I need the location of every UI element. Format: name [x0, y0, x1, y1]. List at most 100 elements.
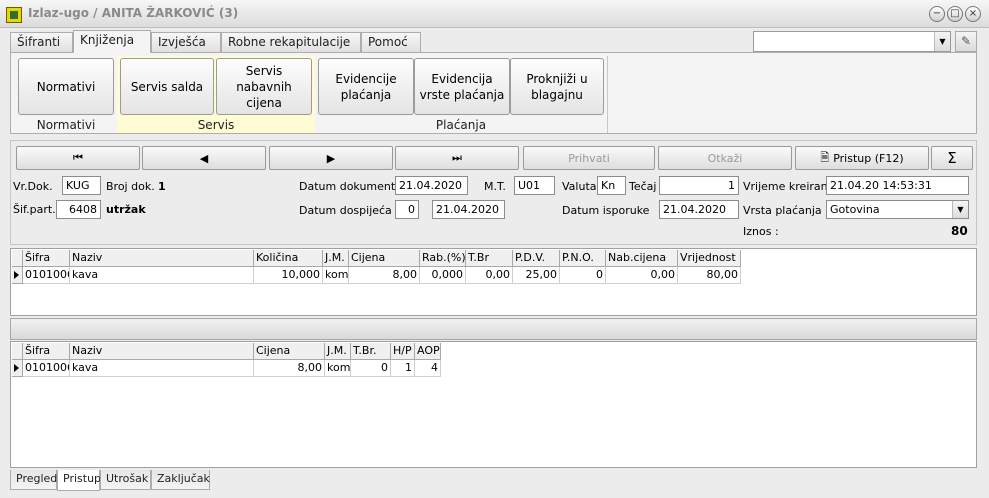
- iznos-label: Iznos :: [743, 225, 779, 238]
- col-header-cijena[interactable]: Cijena: [254, 343, 325, 360]
- vrdok-field[interactable]: KUG: [62, 176, 101, 195]
- col-header-sifra[interactable]: Šifra: [23, 250, 70, 267]
- cell-tbr[interactable]: 0: [351, 360, 391, 377]
- next-record-button[interactable]: ▶: [269, 146, 393, 170]
- close-button[interactable]: ×: [965, 6, 981, 22]
- col-header-pdv[interactable]: P.D.V.: [513, 250, 560, 267]
- ribbon: Normativi Normativi Servis salda Servis …: [10, 52, 977, 134]
- col-header-pno[interactable]: P.N.O.: [560, 250, 606, 267]
- sum-button[interactable]: Σ: [931, 146, 973, 170]
- cell-sifra[interactable]: 0101006: [23, 360, 70, 377]
- cell-naziv[interactable]: kava: [70, 267, 254, 284]
- col-header-tbr[interactable]: T.Br: [466, 250, 513, 267]
- col-header-kolicina[interactable]: Količina: [254, 250, 323, 267]
- grid-splitter[interactable]: [10, 318, 977, 340]
- cell-kolicina[interactable]: 10,000: [254, 267, 323, 284]
- col-header-jm[interactable]: J.M.: [323, 250, 349, 267]
- col-header-rabat[interactable]: Rab.(%): [420, 250, 466, 267]
- cell-rabat[interactable]: 0,000: [420, 267, 466, 284]
- tab-sifranti[interactable]: Šifranti: [10, 32, 73, 52]
- servis-salda-button[interactable]: Servis salda: [120, 58, 214, 115]
- tab-pristup[interactable]: Pristup: [57, 470, 101, 491]
- tab-knjizenja[interactable]: Knjiženja: [73, 30, 151, 53]
- col-header-sifra[interactable]: Šifra: [23, 343, 70, 360]
- group-normativi: Normativi Normativi: [15, 56, 117, 133]
- vrijeme-kreiranja-label: Vrijeme kreiranja: [743, 180, 838, 193]
- vrsta-placanja-select[interactable]: Gotovina ▼: [826, 200, 969, 219]
- row-indicator-icon[interactable]: [12, 267, 23, 284]
- last-record-button[interactable]: ⏭: [395, 146, 519, 170]
- prihvati-button[interactable]: Prihvati: [523, 146, 655, 170]
- quick-combo[interactable]: ▼: [753, 31, 951, 52]
- col-header-naziv[interactable]: Naziv: [70, 250, 254, 267]
- pristup-label: Pristup (F12): [833, 151, 904, 165]
- cell-cijena[interactable]: 8,00: [254, 360, 325, 377]
- group-label-normativi: Normativi: [36, 118, 96, 132]
- cell-sifra[interactable]: 0101006: [23, 267, 70, 284]
- mt-label: M.T.: [484, 180, 506, 193]
- datum-dokumenta-field[interactable]: 21.04.2020: [395, 176, 468, 195]
- ribbon-divider: [607, 56, 608, 133]
- cell-jm[interactable]: kom: [325, 360, 351, 377]
- chevron-down-icon[interactable]: ▼: [952, 201, 968, 218]
- first-record-button[interactable]: ⏮: [16, 146, 140, 170]
- prev-icon: ◀: [199, 151, 209, 165]
- pin-icon[interactable]: ✎: [955, 31, 977, 52]
- document-icon: 🗎: [820, 150, 830, 164]
- tab-utrosak[interactable]: Utrošak: [100, 470, 151, 490]
- pristup-button[interactable]: 🗎 Pristup (F12): [795, 146, 929, 170]
- document-panel: ⏮ ◀ ▶ ⏭ Prihvati Otkaži 🗎 Pristup (F12) Σ…: [10, 140, 977, 245]
- datum-isporuke-field[interactable]: 21.04.2020: [659, 200, 739, 219]
- cell-naziv[interactable]: kava: [70, 360, 254, 377]
- cell-pdv[interactable]: 25,00: [513, 267, 560, 284]
- sifpart-field[interactable]: 6408: [56, 200, 101, 219]
- cell-vrijednost[interactable]: 80,00: [678, 267, 741, 284]
- servis-nabavnih-cijena-button[interactable]: Servis nabavnih cijena: [216, 58, 312, 115]
- dospijeca-days-field[interactable]: 0: [395, 200, 419, 219]
- tab-zakljucak[interactable]: Zaključak: [151, 470, 210, 490]
- datum-dospijeca-label: Datum dospijeća: [299, 204, 392, 217]
- col-header-aop[interactable]: AOP: [415, 343, 441, 360]
- proknjizi-blagajnu-button[interactable]: Proknjiži u blagajnu: [510, 58, 604, 115]
- tab-izvjesca[interactable]: Izvješća: [151, 32, 221, 52]
- valuta-field[interactable]: Kn: [597, 176, 626, 195]
- col-header-tbr[interactable]: T.Br.: [351, 343, 391, 360]
- brojdok-label: Broj dok.: [106, 180, 155, 193]
- col-header-nab-cijena[interactable]: Nab.cijena: [606, 250, 678, 267]
- iznos-value: 80: [951, 224, 968, 238]
- cell-jm[interactable]: kom: [323, 267, 349, 284]
- cell-tbr[interactable]: 0,00: [466, 267, 513, 284]
- valuta-label: Valuta: [562, 180, 597, 193]
- col-header-cijena[interactable]: Cijena: [349, 250, 420, 267]
- prev-record-button[interactable]: ◀: [142, 146, 266, 170]
- tab-pregled[interactable]: Pregled: [10, 470, 57, 490]
- maximize-button[interactable]: □: [947, 6, 963, 22]
- cell-aop[interactable]: 4: [415, 360, 441, 377]
- cell-pno[interactable]: 0: [560, 267, 606, 284]
- group-label-placanja: Plaćanja: [435, 118, 487, 132]
- evidencija-vrste-placanja-button[interactable]: Evidencija vrste plaćanja: [414, 58, 510, 115]
- row-indicator-icon[interactable]: [12, 360, 23, 377]
- normativi-button[interactable]: Normativi: [18, 58, 114, 115]
- tab-robne-rekapitulacije[interactable]: Robne rekapitulacije: [221, 32, 361, 52]
- tecaj-field[interactable]: 1: [659, 176, 739, 195]
- cell-hp[interactable]: 1: [391, 360, 415, 377]
- vrdok-label: Vr.Dok.: [13, 180, 53, 193]
- col-header-vrijednost[interactable]: Vrijednost: [678, 250, 741, 267]
- cell-nab-cijena[interactable]: 0,00: [606, 267, 678, 284]
- col-header-naziv[interactable]: Naziv: [70, 343, 254, 360]
- tecaj-label: Tečaj: [629, 180, 657, 193]
- minimize-button[interactable]: −: [929, 6, 945, 22]
- col-header-jm[interactable]: J.M.: [325, 343, 351, 360]
- mt-field[interactable]: U01: [514, 176, 555, 195]
- window-title: Izlaz-ugo / ANITA ŽARKOVIĆ (3): [28, 6, 239, 20]
- tab-pomoc[interactable]: Pomoć: [361, 32, 421, 52]
- otkazi-button[interactable]: Otkaži: [658, 146, 792, 170]
- col-header-hp[interactable]: H/P: [391, 343, 415, 360]
- group-label-servis: Servis: [197, 118, 235, 132]
- datum-dospijeca-field[interactable]: 21.04.2020: [432, 200, 505, 219]
- evidencije-placanja-button[interactable]: Evidencije plaćanja: [318, 58, 414, 115]
- vrijeme-kreiranja-field[interactable]: 21.04.20 14:53:31: [826, 176, 969, 195]
- chevron-down-icon[interactable]: ▼: [934, 32, 950, 51]
- cell-cijena[interactable]: 8,00: [349, 267, 420, 284]
